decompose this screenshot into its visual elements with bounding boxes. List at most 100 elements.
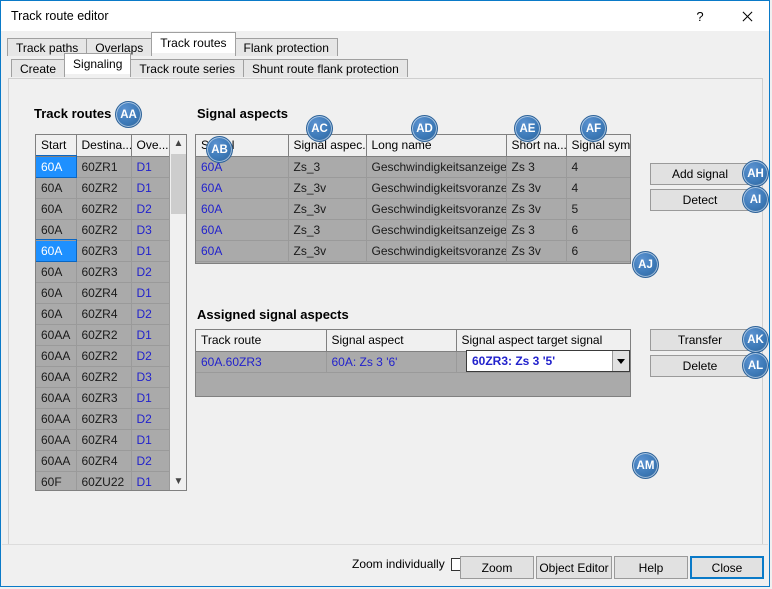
cell-overlap: D1 [131, 156, 169, 178]
cell-start: 60AA [36, 450, 77, 472]
cell-destination: 60ZR4 [76, 429, 132, 451]
badge-AB: AB [206, 136, 233, 163]
cell-start: 60A [36, 155, 77, 178]
cell-destination: 60ZR2 [76, 366, 132, 388]
cell-symbol: 6 [566, 219, 630, 241]
zoom-button[interactable]: Zoom [460, 556, 534, 579]
help-button[interactable]: ? [677, 1, 723, 31]
badge-AM: AM [632, 452, 659, 479]
track-routes-grid[interactable]: Start Destina... Ove... 60A 60ZR1 D1 60A 60… [35, 134, 187, 491]
detect-button[interactable]: Detect [650, 189, 750, 211]
chevron-down-icon [617, 358, 625, 364]
cell-start: 60AA [36, 408, 77, 430]
tab-track-route-series[interactable]: Track route series [130, 59, 244, 77]
table-row[interactable]: 60A Zs_3v Geschwindigkeitsvoranzei... Zs 3v… [196, 177, 630, 199]
transfer-button[interactable]: Transfer [650, 329, 750, 351]
scroll-down-icon[interactable]: ▼ [170, 473, 186, 490]
track-routes-scrollbar[interactable]: ▲ ▼ [169, 135, 186, 490]
table-row-selected[interactable]: 60A 60ZR3 D1 [36, 239, 169, 262]
add-signal-button[interactable]: Add signal [650, 163, 750, 185]
assigned-signal-aspects-heading: Assigned signal aspects [197, 307, 349, 322]
badge-AF: AF [580, 115, 607, 142]
tab-signaling[interactable]: Signaling [64, 53, 132, 74]
close-footer-button[interactable]: Close [690, 556, 764, 579]
cell-start: 60AA [36, 345, 77, 367]
badge-AI: AI [742, 186, 769, 213]
cell-overlap: D2 [131, 261, 169, 283]
tab-create[interactable]: Create [11, 59, 66, 77]
cell-destination: 60ZR2 [76, 219, 132, 241]
column-header-destination[interactable]: Destina... [76, 135, 132, 157]
table-row[interactable]: 60A 60ZR4 D2 [36, 303, 169, 325]
table-row[interactable]: 60AA 60ZR4 D2 [36, 450, 169, 472]
cell-overlap: D3 [131, 219, 169, 241]
cell-destination: 60ZR3 [76, 261, 132, 283]
table-row[interactable]: 60AA 60ZR3 D1 [36, 387, 169, 409]
cell-destination: 60ZU22 [76, 471, 132, 490]
badge-AK: AK [742, 326, 769, 353]
target-signal-combobox[interactable]: 60ZR3: Zs 3 '5' [466, 350, 630, 372]
cell-long-name: Geschwindigkeitsvoranzei... [366, 240, 507, 262]
cell-long-name: Geschwindigkeitsvoranzei... [366, 198, 507, 220]
table-row[interactable]: 60AA 60ZR4 D1 [36, 429, 169, 451]
delete-button[interactable]: Delete [650, 355, 750, 377]
table-row[interactable]: 60A Zs_3 Geschwindigkeitsanzeiger Zs 36 [196, 219, 630, 241]
cell-symbol: 4 [566, 156, 630, 178]
badge-AE: AE [514, 115, 541, 142]
close-button[interactable] [723, 1, 769, 31]
window-title: Track route editor [11, 9, 109, 23]
cell-overlap: D1 [131, 387, 169, 409]
column-header-signal-aspect[interactable]: Signal aspect [326, 330, 457, 352]
table-row[interactable]: 60A 60ZR2 D1 [36, 177, 169, 199]
object-editor-button[interactable]: Object Editor [536, 556, 612, 579]
combobox-dropdown-button[interactable] [612, 351, 629, 371]
table-row[interactable]: 60F 60ZU22 D1 [36, 471, 169, 490]
cell-overlap: D3 [131, 366, 169, 388]
cell-overlap: D1 [131, 429, 169, 451]
column-header-track-route[interactable]: Track route [196, 330, 327, 352]
column-header-overlap[interactable]: Ove... [131, 135, 169, 157]
table-row[interactable]: 60A Zs_3v Geschwindigkeitsvoranzei... Zs 3v… [196, 240, 630, 262]
tab-shunt-route-flank-protection[interactable]: Shunt route flank protection [243, 59, 408, 77]
table-row[interactable]: 60AA 60ZR3 D2 [36, 408, 169, 430]
scrollbar-thumb[interactable] [171, 154, 186, 214]
cell-start: 60A [36, 261, 77, 283]
table-row[interactable]: 60AA 60ZR2 D3 [36, 366, 169, 388]
cell-short-name: Zs 3 [506, 219, 567, 241]
column-header-target-signal[interactable]: Signal aspect target signal [456, 330, 630, 352]
column-header-start[interactable]: Start [36, 135, 77, 157]
signal-aspects-heading: Signal aspects [197, 106, 289, 121]
table-header-row: Track route Signal aspect Signal aspect … [196, 330, 630, 352]
cell-destination: 60ZR1 [76, 156, 132, 178]
window-controls: ? [677, 1, 769, 31]
track-routes-heading: Track routes [34, 106, 112, 121]
zoom-individually-control[interactable]: Zoom individually [352, 557, 464, 571]
table-row[interactable]: 60AA 60ZR2 D2 [36, 345, 169, 367]
track-routes-table: Start Destina... Ove... 60A 60ZR1 D1 60A 60… [36, 135, 169, 490]
cell-start: 60A [36, 239, 77, 262]
track-routes-body: 60A 60ZR1 D1 60A 60ZR2 D1 60A 60ZR2 D2 60A 60ZR… [36, 155, 169, 490]
table-row[interactable]: 60A 60ZR1 D1 [36, 155, 169, 178]
cell-overlap: D1 [131, 324, 169, 346]
table-row[interactable]: 60A 60ZR2 D3 [36, 219, 169, 241]
cell-short-name: Zs 3v [506, 240, 567, 262]
table-row[interactable]: 60AA 60ZR2 D1 [36, 324, 169, 346]
table-header-row: Start Destina... Ove... [36, 135, 169, 157]
cell-short-name: Zs 3 [506, 156, 567, 178]
scroll-up-icon[interactable]: ▲ [170, 135, 186, 152]
table-row[interactable]: 60A 60ZR2 D2 [36, 198, 169, 220]
cell-destination: 60ZR3 [76, 240, 132, 262]
table-row[interactable]: 60A Zs_3 Geschwindigkeitsanzeiger Zs 34 [196, 156, 630, 178]
table-row[interactable]: 60A 60ZR3 D2 [36, 261, 169, 283]
cell-overlap: D1 [131, 471, 169, 490]
signal-aspects-grid[interactable]: Signal Signal aspec... Long name Short n… [195, 134, 631, 264]
tab-track-routes[interactable]: Track routes [151, 32, 236, 53]
cell-overlap: D1 [131, 282, 169, 304]
table-row[interactable]: 60A Zs_3v Geschwindigkeitsvoranzei... Zs 3v… [196, 198, 630, 220]
help-footer-button[interactable]: Help [614, 556, 688, 579]
cell-signal-aspect: 60A: Zs 3 '6' [326, 351, 457, 373]
table-header-row: Signal Signal aspec... Long name Short n… [196, 135, 630, 157]
table-row[interactable]: 60A 60ZR4 D1 [36, 282, 169, 304]
column-header-long-name[interactable]: Long name [366, 135, 507, 157]
cell-start: 60AA [36, 324, 77, 346]
